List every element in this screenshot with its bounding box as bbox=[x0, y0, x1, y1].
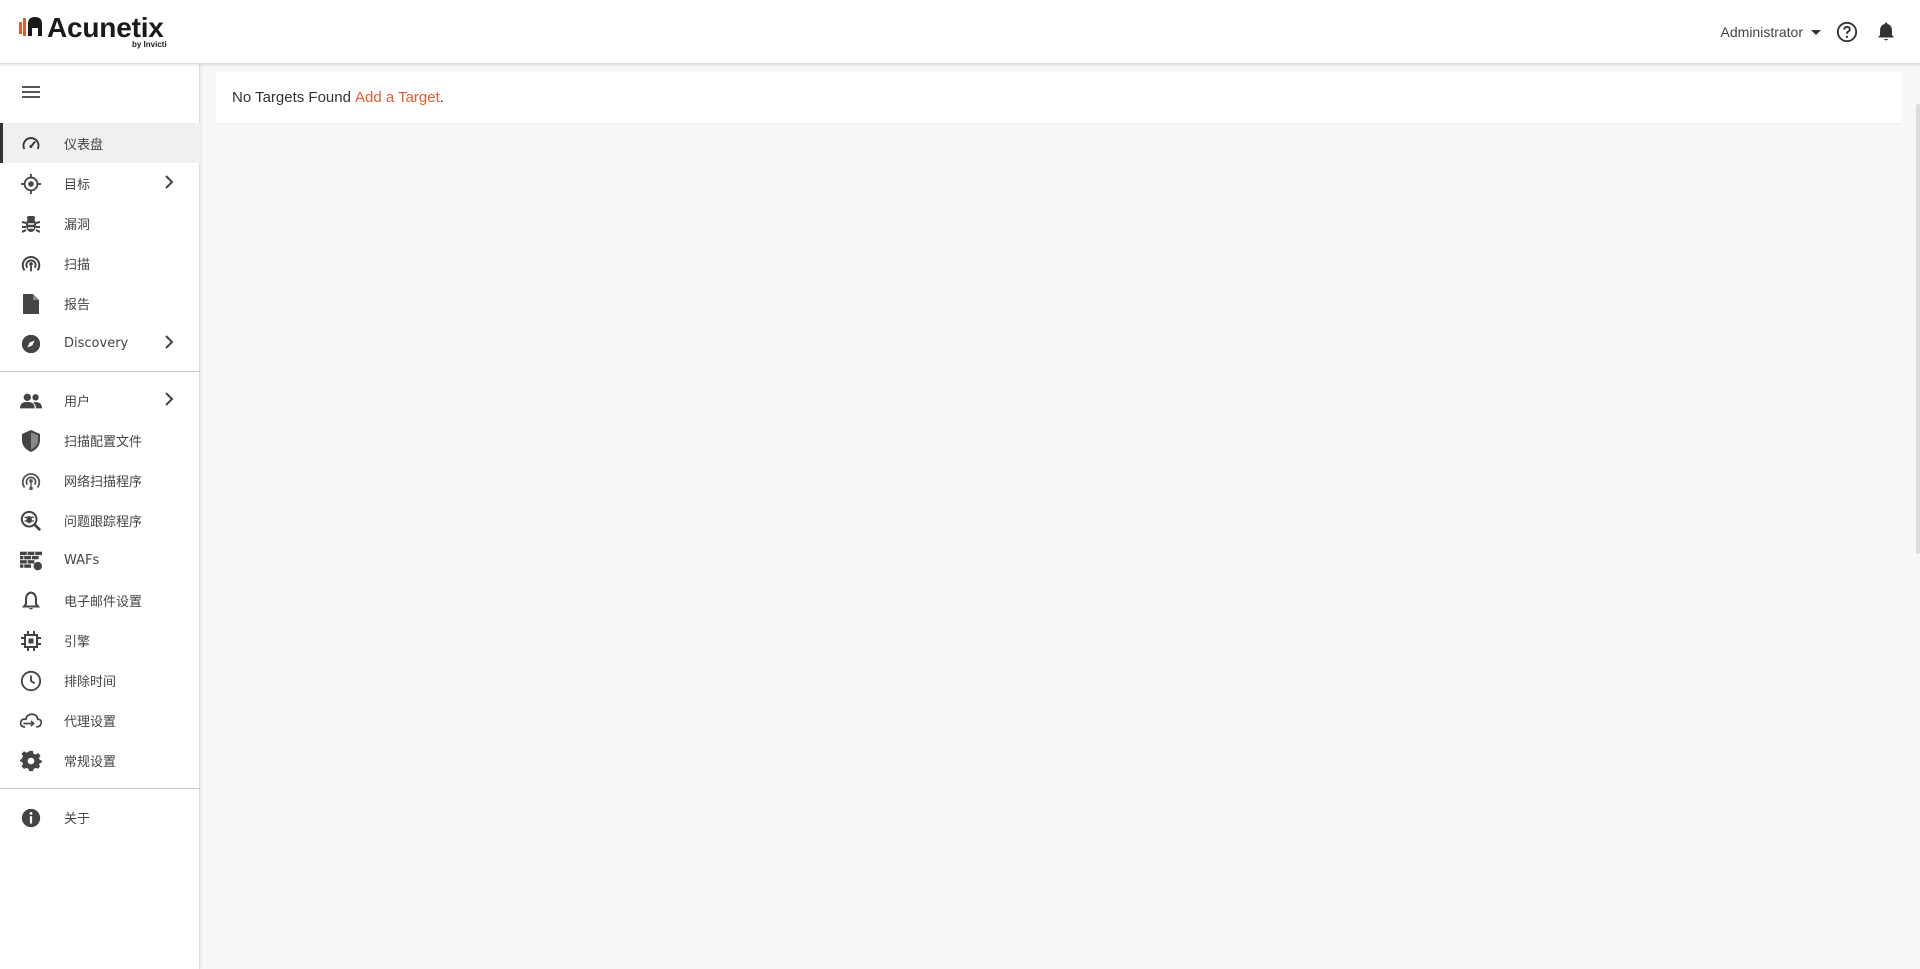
scrollbar-thumb[interactable] bbox=[1916, 104, 1920, 554]
target-icon bbox=[20, 173, 42, 195]
sidebar-divider bbox=[0, 371, 200, 372]
sidebar-item-label: 目标 bbox=[64, 177, 91, 193]
chevron-right-icon bbox=[164, 175, 174, 193]
sidebar-item-label: 网络扫描程序 bbox=[64, 474, 143, 490]
clock-icon bbox=[20, 670, 42, 692]
sidebar-item-targets[interactable]: 目标 bbox=[0, 163, 200, 203]
compass-icon bbox=[20, 333, 42, 355]
cloud-proxy-icon bbox=[20, 710, 42, 732]
gear-icon bbox=[20, 750, 42, 772]
sidebar-item-label: 引擎 bbox=[64, 634, 91, 650]
sidebar-item-label: 报告 bbox=[64, 297, 91, 313]
sidebar-item-engines[interactable]: 引擎 bbox=[0, 620, 200, 660]
issue-tracker-icon bbox=[20, 510, 42, 532]
sidebar-item-label: 用户 bbox=[64, 394, 91, 410]
document-icon bbox=[20, 293, 42, 315]
sidebar-item-vulnerabilities[interactable]: 漏洞 bbox=[0, 203, 200, 243]
sidebar-item-label: Discovery bbox=[64, 335, 129, 351]
brand-sub: by Invicti bbox=[132, 40, 167, 49]
dashboard-gauge-icon bbox=[20, 133, 42, 155]
sidebar-item-discovery[interactable]: Discovery bbox=[0, 323, 200, 363]
sidebar-item-label: WAFs bbox=[64, 552, 100, 568]
sidebar-item-label: 电子邮件设置 bbox=[64, 594, 143, 610]
sidebar-item-excluded-hours[interactable]: 排除时间 bbox=[0, 660, 200, 700]
users-icon bbox=[20, 390, 42, 412]
sidebar-item-proxy-settings[interactable]: 代理设置 bbox=[0, 700, 200, 740]
sidebar-item-about[interactable]: 关于 bbox=[0, 797, 200, 837]
hamburger-icon[interactable] bbox=[22, 86, 42, 102]
chevron-right-icon bbox=[164, 335, 174, 353]
sidebar-item-users[interactable]: 用户 bbox=[0, 380, 200, 420]
sidebar: 仪表盘 目标 漏洞 扫描 报告 Discovery 用户 扫描配置文件 网络扫描… bbox=[0, 64, 200, 969]
firewall-icon bbox=[20, 550, 42, 572]
main-content: No Targets Found Add a Target . bbox=[200, 64, 1920, 969]
sidebar-item-label: 问题跟踪程序 bbox=[64, 514, 143, 530]
sidebar-item-reports[interactable]: 报告 bbox=[0, 283, 200, 323]
page-scrollbar[interactable] bbox=[1902, 64, 1920, 969]
logo-mark-icon bbox=[19, 17, 42, 36]
bell-icon[interactable] bbox=[1874, 20, 1898, 44]
caret-down-icon bbox=[1811, 29, 1821, 35]
bug-icon bbox=[20, 213, 42, 235]
sidebar-item-label: 扫描配置文件 bbox=[64, 434, 143, 450]
notice-suffix: . bbox=[439, 89, 444, 106]
help-circle-icon[interactable] bbox=[1835, 20, 1859, 44]
sidebar-item-network-scanner[interactable]: 网络扫描程序 bbox=[0, 460, 200, 500]
top-header: Acunetix by Invicti Administrator bbox=[0, 0, 1920, 64]
info-icon bbox=[20, 807, 42, 829]
sidebar-item-label: 漏洞 bbox=[64, 217, 91, 233]
sidebar-nav: 仪表盘 目标 漏洞 扫描 报告 Discovery 用户 扫描配置文件 网络扫描… bbox=[0, 123, 200, 837]
sidebar-item-label: 关于 bbox=[64, 811, 91, 827]
sidebar-divider bbox=[0, 788, 200, 789]
sidebar-item-email-settings[interactable]: 电子邮件设置 bbox=[0, 580, 200, 620]
bell-outline-icon bbox=[20, 590, 42, 612]
sidebar-item-scan-profiles[interactable]: 扫描配置文件 bbox=[0, 420, 200, 460]
sidebar-item-general-settings[interactable]: 常规设置 bbox=[0, 740, 200, 780]
network-scanner-icon bbox=[20, 470, 42, 492]
shield-icon bbox=[20, 430, 42, 452]
sidebar-item-label: 扫描 bbox=[64, 257, 91, 273]
sidebar-item-wafs[interactable]: WAFs bbox=[0, 540, 200, 580]
acunetix-logo[interactable]: Acunetix by Invicti bbox=[18, 12, 178, 52]
radar-icon bbox=[20, 253, 42, 275]
sidebar-item-label: 排除时间 bbox=[64, 674, 117, 690]
sidebar-item-label: 仪表盘 bbox=[64, 137, 104, 153]
sidebar-item-scans[interactable]: 扫描 bbox=[0, 243, 200, 283]
sidebar-item-issue-trackers[interactable]: 问题跟踪程序 bbox=[0, 500, 200, 540]
user-menu[interactable]: Administrator bbox=[1721, 24, 1821, 40]
chevron-right-icon bbox=[164, 392, 174, 410]
sidebar-item-label: 常规设置 bbox=[64, 754, 117, 770]
sidebar-item-dashboard[interactable]: 仪表盘 bbox=[0, 123, 200, 163]
chip-icon bbox=[20, 630, 42, 652]
sidebar-item-label: 代理设置 bbox=[64, 714, 117, 730]
add-target-link[interactable]: Add a Target bbox=[355, 89, 440, 106]
user-name: Administrator bbox=[1720, 24, 1803, 40]
notice-text: No Targets Found bbox=[232, 89, 351, 106]
no-targets-notice: No Targets Found Add a Target . bbox=[216, 72, 1902, 123]
